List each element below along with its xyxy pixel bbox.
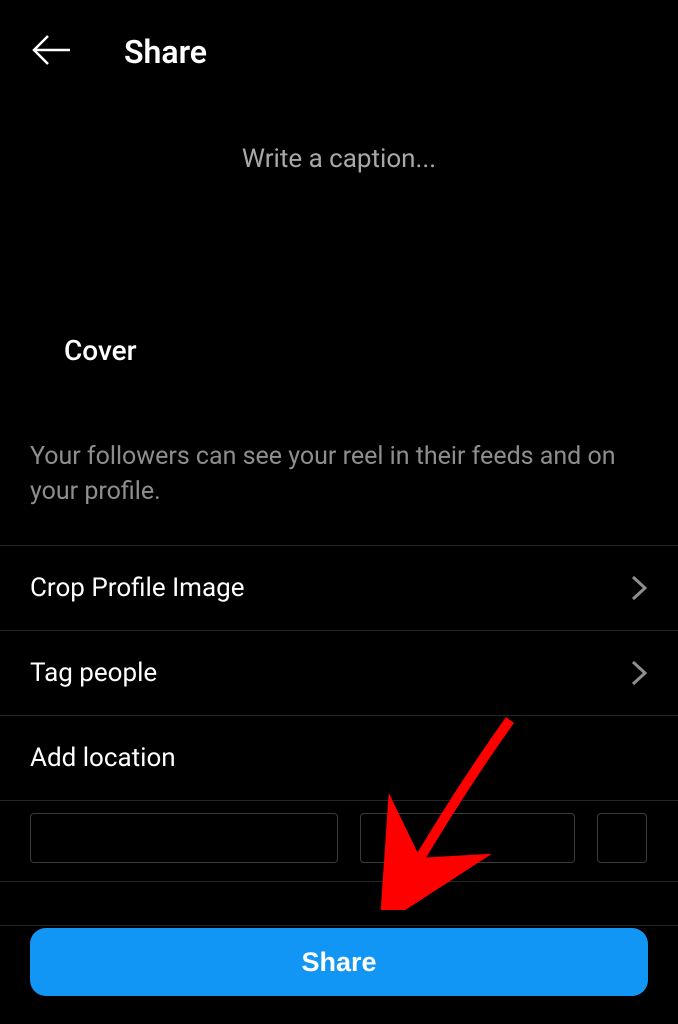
option-label: Crop Profile Image bbox=[30, 573, 245, 603]
option-label: Add location bbox=[30, 743, 176, 773]
share-button-container: Share bbox=[0, 928, 678, 996]
chevron-right-icon bbox=[630, 574, 648, 602]
add-location-row[interactable]: Add location bbox=[0, 716, 678, 801]
visibility-info: Your followers can see your reel in thei… bbox=[0, 367, 678, 545]
tag-people-row[interactable]: Tag people bbox=[0, 631, 678, 716]
chevron-right-icon bbox=[630, 659, 648, 687]
page-title: Share bbox=[124, 33, 207, 71]
options-list: Crop Profile Image Tag people Add locati… bbox=[0, 545, 678, 926]
cover-label: Cover bbox=[64, 334, 137, 367]
share-button[interactable]: Share bbox=[30, 928, 648, 996]
spacer bbox=[0, 882, 678, 926]
cover-button[interactable]: Cover bbox=[0, 184, 678, 367]
location-suggestions bbox=[0, 801, 678, 882]
caption-placeholder: Write a caption... bbox=[242, 144, 436, 174]
header: Share bbox=[0, 0, 678, 96]
location-chip[interactable] bbox=[30, 813, 338, 863]
location-chip[interactable] bbox=[360, 813, 575, 863]
crop-profile-image-row[interactable]: Crop Profile Image bbox=[0, 546, 678, 631]
caption-input[interactable]: Write a caption... bbox=[0, 96, 678, 184]
option-label: Tag people bbox=[30, 658, 157, 688]
back-button[interactable] bbox=[30, 28, 74, 76]
location-chip[interactable] bbox=[597, 813, 647, 863]
arrow-left-icon bbox=[30, 28, 74, 76]
